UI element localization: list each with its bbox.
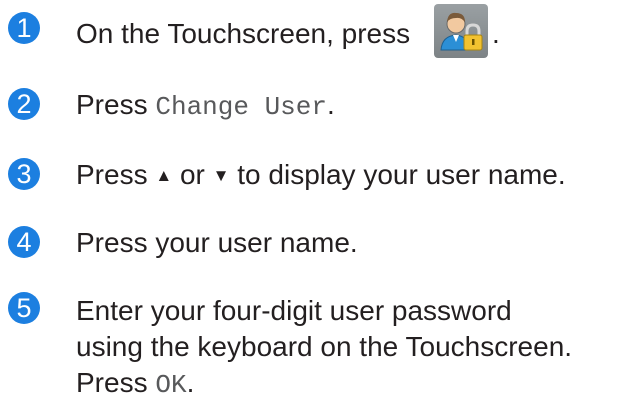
step-5-line-3-suffix: . [186, 367, 195, 398]
step-4-text-line: Press your user name. [76, 226, 618, 260]
step-5-line-2: using the keyboard on the Touchscreen. [76, 331, 573, 362]
step-1: 1 On the Touchscreen, press . [0, 4, 622, 64]
step-1-text: On the Touchscreen, press [76, 18, 411, 49]
step-4: 4 Press your user name. [0, 222, 622, 266]
step-5-line-3-prefix: Press [76, 367, 156, 398]
user-lock-button [434, 4, 488, 58]
step-5: 5 Enter your four-digit user password us… [0, 290, 622, 408]
step-number-3: 3 [8, 158, 40, 190]
down-arrow-icon: ▼ [212, 166, 230, 185]
step-1-text-line: On the Touchscreen, press [76, 17, 618, 51]
step-number-2: 2 [8, 88, 40, 120]
step-3: 3 Press ▲ or ▼ to display your user name… [0, 154, 622, 198]
up-arrow-icon: ▲ [155, 166, 173, 185]
step-5-line-3: Press OK. [76, 366, 618, 402]
step-1-period: . [492, 18, 500, 49]
step-3-text-line: Press ▲ or ▼ to display your user name. [76, 158, 618, 193]
step-2-text-line: Press Change User. [76, 88, 618, 124]
step-2-suffix: . [327, 89, 335, 120]
step-number-5: 5 [8, 292, 40, 324]
user-lock-icon [440, 12, 483, 51]
step-number-4: 4 [8, 226, 40, 258]
change-user-button-label: Change User [155, 92, 327, 122]
ok-button-label: OK [155, 370, 187, 400]
step-4-text: Press your user name. [76, 227, 358, 258]
step-2: 2 Press Change User. [0, 84, 622, 128]
step-3-middle: or [172, 159, 213, 190]
step-3-suffix: to display your user name. [229, 159, 566, 190]
step-number-1: 1 [8, 12, 40, 44]
step-5-line-1: Enter your four-digit user password [76, 295, 512, 326]
step-2-prefix: Press [76, 89, 156, 120]
step-3-prefix: Press [76, 159, 156, 190]
